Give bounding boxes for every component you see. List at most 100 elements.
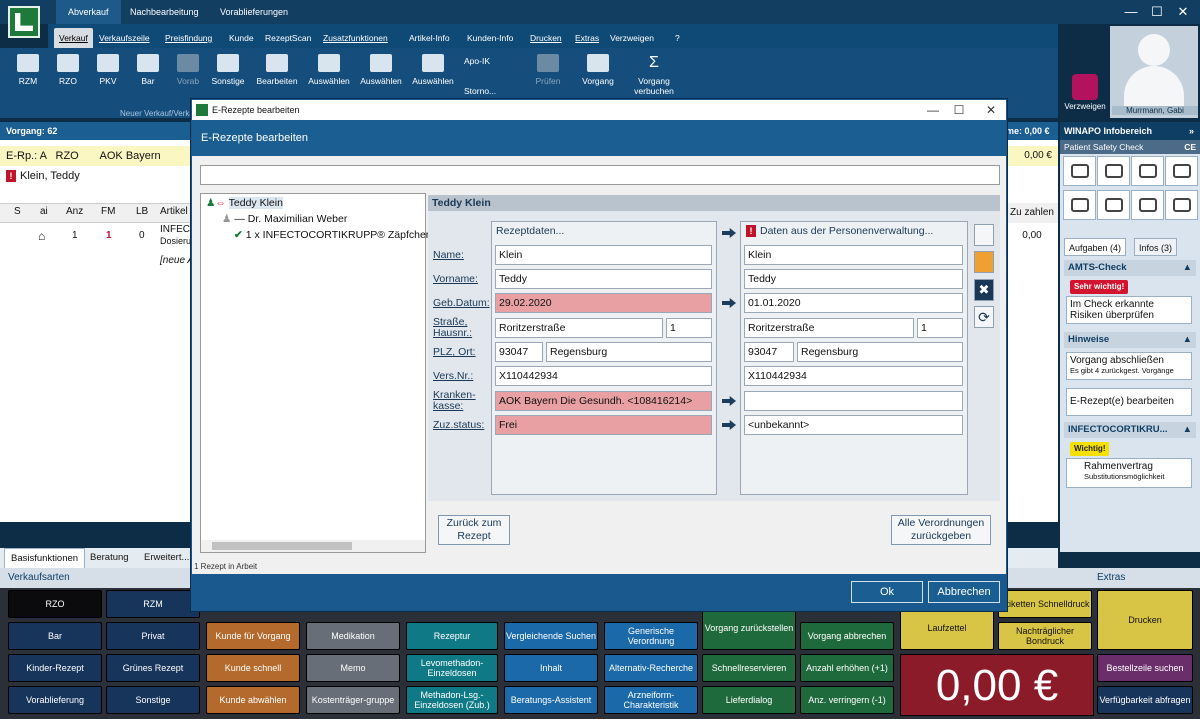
psc-list-button[interactable]: [1165, 156, 1198, 186]
vorgang-abschliessen-task[interactable]: Vorgang abschließen Es gibt 4 zurückgest.…: [1066, 352, 1192, 380]
rezeptur-button[interactable]: Rezeptur: [406, 622, 498, 650]
drucken-button[interactable]: Drucken: [1097, 590, 1193, 650]
dialog-close-icon[interactable]: ✕: [978, 100, 1004, 120]
tab-aufgaben[interactable]: Aufgaben (4): [1064, 238, 1127, 256]
rezept-geb-field[interactable]: 29.02.2020: [495, 293, 712, 313]
kunde-fuer-vorgang-button[interactable]: Kunde für Vorgang: [206, 622, 300, 650]
etiketten-schnelldruck-button[interactable]: Etiketten Schnelldruck: [998, 590, 1092, 618]
ribbon-tab-verkauf[interactable]: Verkauf: [54, 28, 93, 48]
ribbon-tab-kunde[interactable]: Kunde: [224, 28, 259, 48]
tab-beratung[interactable]: Beratung: [84, 548, 135, 568]
vorgang-verbuchen-button[interactable]: Σ Vorgang verbuchen: [628, 52, 680, 102]
ribbon-tab-artikel-info[interactable]: Artikel-Info: [404, 28, 455, 48]
rezept-hausnr-field[interactable]: 1: [666, 318, 712, 338]
levomethadon-button[interactable]: Levomethadon-Einzeldosen: [406, 654, 498, 682]
rezept-name-field[interactable]: Klein: [495, 245, 712, 265]
generische-verordnung-button[interactable]: Generische Verordnung: [604, 622, 698, 650]
hinweise-header[interactable]: Hinweise ▲: [1064, 332, 1196, 348]
ribbon-tab-help[interactable]: ?: [670, 28, 685, 48]
psc-dose-button[interactable]: [1131, 156, 1164, 186]
rezept-vers-field[interactable]: X110442934: [495, 366, 712, 386]
collapse-icon[interactable]: ▲: [1183, 332, 1192, 348]
lieferdialog-button[interactable]: Lieferdialog: [702, 686, 796, 714]
tab-vorablieferungen[interactable]: Vorablieferungen: [208, 0, 300, 24]
expand-icon[interactable]: »: [1189, 122, 1194, 140]
new-article-row[interactable]: [neue A: [160, 255, 194, 266]
bar-pad-button[interactable]: Bar: [8, 622, 102, 650]
rahmenvertrag-task[interactable]: Rahmenvertrag Substitutionsmöglichkeit: [1066, 458, 1192, 488]
kinder-rezept-button[interactable]: Kinder-Rezept: [8, 654, 102, 682]
auswaehlen-button-3[interactable]: Auswählen: [410, 52, 456, 102]
beratungs-assistent-button[interactable]: Beratungs-Assistent: [504, 686, 598, 714]
person-plz-field[interactable]: 93047: [744, 342, 794, 362]
refresh-icon[interactable]: ⟳: [974, 306, 994, 328]
arzneiform-button[interactable]: Arzneiform-Charakteristik: [604, 686, 698, 714]
medikation-button[interactable]: Medikation: [306, 622, 400, 650]
ok-button[interactable]: Ok: [851, 581, 923, 603]
kunde-schnell-button[interactable]: Kunde schnell: [206, 654, 300, 682]
dialog-minimize-icon[interactable]: —: [920, 100, 946, 120]
vergleichende-suchen-button[interactable]: Vergleichende Suchen: [504, 622, 598, 650]
person-strasse-field[interactable]: Roritzerstraße: [744, 318, 914, 338]
zurueck-zum-rezept-button[interactable]: Zurück zum Rezept: [438, 515, 510, 545]
tab-infos[interactable]: Infos (3): [1134, 238, 1178, 256]
schnellreservieren-button[interactable]: Schnellreservieren: [702, 654, 796, 682]
tree-node-doctor[interactable]: ♟ — Dr. Maximilian Weber: [222, 213, 347, 225]
tab-abverkauf[interactable]: Abverkauf: [56, 0, 121, 24]
rezept-strasse-field[interactable]: Roritzerstraße: [495, 318, 663, 338]
nachtraeglicher-bondruck-button[interactable]: Nachträglicher Bondruck: [998, 622, 1092, 650]
tab-erweitert[interactable]: Erweitert...: [138, 548, 195, 568]
person-geb-field[interactable]: 01.01.2020: [744, 293, 963, 313]
laufzettel-button[interactable]: Laufzettel: [900, 606, 994, 650]
collapse-icon[interactable]: ▲: [1183, 260, 1192, 276]
gruenes-rezept-button[interactable]: Grünes Rezept: [106, 654, 200, 682]
collapse-icon[interactable]: ▲: [1183, 422, 1192, 438]
amts-check-header[interactable]: AMTS-Check ▲: [1064, 260, 1196, 276]
rezept-plz-field[interactable]: 93047: [495, 342, 543, 362]
psc-settings-button[interactable]: [1165, 190, 1198, 220]
psc-allergy-button[interactable]: [1097, 156, 1130, 186]
person-vers-field[interactable]: X110442934: [744, 366, 963, 386]
vorab-button[interactable]: Vorab: [170, 52, 206, 102]
rezept-zuz-field[interactable]: Frei: [495, 415, 712, 435]
person-vorname-field[interactable]: Teddy: [744, 269, 963, 289]
tree-node-medication[interactable]: ✔ 1 x INFECTOCORTIKRUPP® Zäpfchen: [234, 229, 432, 241]
ribbon-tab-verkaufszeile[interactable]: Verkaufszeile: [94, 28, 155, 48]
psc-pregnancy-button[interactable]: [1063, 190, 1096, 220]
ribbon-tab-verzweigen[interactable]: Verzweigen: [605, 28, 659, 48]
person-ort-field[interactable]: Regensburg: [797, 342, 963, 362]
psc-interaction-button[interactable]: [1063, 156, 1096, 186]
person-hausnr-field[interactable]: 1: [917, 318, 963, 338]
patient-line[interactable]: ! Klein, Teddy: [0, 166, 200, 186]
apo-ik-button[interactable]: Apo-IK: [464, 56, 520, 72]
ribbon-tab-drucken[interactable]: Drucken: [525, 28, 567, 48]
inhalt-button[interactable]: Inhalt: [504, 654, 598, 682]
pruefen-button[interactable]: Prüfen: [528, 52, 568, 102]
alternativ-recherche-button[interactable]: Alternativ-Recherche: [604, 654, 698, 682]
alle-verordnungen-zurueckgeben-button[interactable]: Alle Verordnungen zurückgeben: [891, 515, 991, 545]
auswaehlen-button-1[interactable]: Auswählen: [306, 52, 352, 102]
auswaehlen-button-2[interactable]: Auswählen: [358, 52, 404, 102]
rzo-button[interactable]: RZO: [50, 52, 86, 102]
anzahl-erhoehen-button[interactable]: Anzahl erhöhen (+1): [800, 654, 894, 682]
bearbeiten-button[interactable]: Bearbeiten: [254, 52, 300, 102]
psc-fridge-button[interactable]: [1131, 190, 1164, 220]
tab-nachbearbeitung[interactable]: Nachbearbeitung: [118, 0, 211, 24]
dialog-maximize-icon[interactable]: ☐: [946, 100, 972, 120]
bar-button[interactable]: Bar: [130, 52, 166, 102]
privat-pad-button[interactable]: Privat: [106, 622, 200, 650]
person-name-field[interactable]: Klein: [744, 245, 963, 265]
vorablieferung-button[interactable]: Vorablieferung: [8, 686, 102, 714]
tab-basisfunktionen[interactable]: Basisfunktionen: [4, 548, 86, 568]
search-input[interactable]: [200, 165, 1000, 185]
rezept-ort-field[interactable]: Regensburg: [546, 342, 712, 362]
ribbon-tab-zusatzfunktionen[interactable]: Zusatzfunktionen: [318, 28, 393, 48]
tree-node-patient[interactable]: ♟⇔ Teddy Klein: [206, 197, 283, 209]
kostentraeger-button[interactable]: Kostenträger-gruppe: [306, 686, 400, 714]
ribbon-tab-preisfindung[interactable]: Preisfindung: [160, 28, 217, 48]
rezept-vorname-field[interactable]: Teddy: [495, 269, 712, 289]
psc-syringe-button[interactable]: [1097, 190, 1130, 220]
memo-button[interactable]: Memo: [306, 654, 400, 682]
pkv-button[interactable]: PKV: [90, 52, 126, 102]
vorgang-button[interactable]: Vorgang: [576, 52, 620, 102]
